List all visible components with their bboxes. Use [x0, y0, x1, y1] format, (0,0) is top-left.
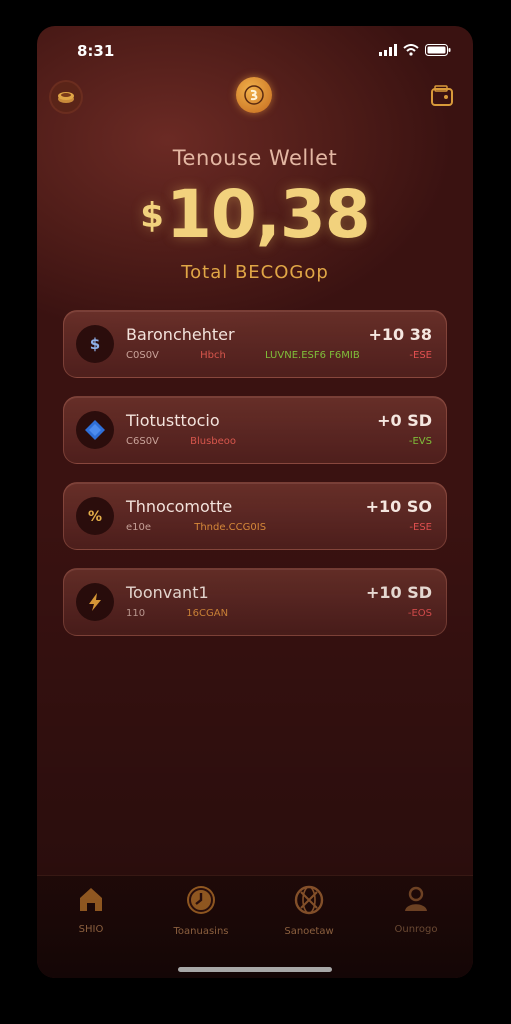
- phone-screen: 8:31 Tenouse Wellet $10,38 Total BECOGop…: [37, 26, 473, 978]
- tab-bar: SHIO Toanuasins Sanoetaw Ounrogo: [37, 875, 473, 978]
- clock-icon: [187, 886, 215, 914]
- asset-value: +10 SD: [365, 583, 432, 602]
- globe-icon: [294, 885, 324, 915]
- tab-label: Sanoetaw: [284, 926, 334, 937]
- asset-name: Tiotusttocio: [126, 411, 220, 430]
- asset-value: +10 SO: [365, 497, 432, 516]
- asset-name: Toonvant1: [126, 583, 209, 602]
- asset-meta-2: Blusbeoo: [190, 436, 237, 447]
- asset-meta-1: 110: [126, 608, 146, 619]
- asset-meta-1: C0S0V: [126, 350, 159, 361]
- svg-text:$: $: [90, 335, 100, 353]
- fraction-icon: %: [88, 509, 102, 525]
- home-icon: [80, 888, 102, 911]
- wifi-icon: [403, 44, 419, 56]
- asset-coin: [76, 583, 114, 621]
- status-time: 8:31: [77, 42, 115, 60]
- asset-card[interactable]: Toonvant1 110 16CGAN +10 SD -EOS: [63, 568, 447, 636]
- status-bar: 8:31: [77, 42, 451, 62]
- tab-explore[interactable]: Sanoetaw: [269, 884, 349, 937]
- asset-value: +10 38: [368, 325, 432, 344]
- tab-label: Ounrogo: [394, 924, 438, 935]
- asset-coin: $: [76, 325, 114, 363]
- asset-meta: 110 16CGAN: [126, 608, 228, 619]
- coin-menu-button[interactable]: [51, 82, 81, 112]
- svg-text:%: %: [88, 509, 102, 525]
- asset-change: -ESE: [409, 522, 432, 533]
- asset-card[interactable]: % Thnocomotte e10e Thnde.CCG0IS +10 SO -…: [63, 482, 447, 550]
- tab-profile[interactable]: Ounrogo: [376, 884, 456, 935]
- battery-icon: [425, 44, 451, 56]
- asset-meta-3: LUVNE.ESF6 F6MIB: [264, 350, 360, 361]
- asset-coin: [76, 411, 114, 449]
- coin-logo-icon: [244, 85, 264, 105]
- asset-name: Thnocomotte: [126, 497, 233, 516]
- asset-meta-2: Hbch: [200, 350, 226, 361]
- coin-stack-icon: [58, 92, 74, 103]
- signal-icon: [379, 44, 397, 56]
- diamond-icon: [85, 420, 105, 440]
- profile-icon: [405, 886, 427, 911]
- asset-card[interactable]: $ Baronchehter C0S0V Hbch LUVNE.ESF6 F6M…: [63, 310, 447, 378]
- tab-label: SHIO: [78, 924, 104, 935]
- asset-meta: C0S0V Hbch LUVNE.ESF6 F6MIB: [126, 350, 360, 361]
- asset-change: -EOS: [407, 608, 432, 619]
- asset-meta-1: e10e: [126, 522, 152, 533]
- home-indicator[interactable]: [178, 967, 332, 972]
- asset-meta-2: 16CGAN: [186, 608, 229, 619]
- total-balance: $10,38: [37, 176, 473, 253]
- asset-meta-1: C6S0V: [126, 436, 159, 447]
- asset-change: -ESE: [409, 350, 432, 361]
- asset-name: Baronchehter: [126, 325, 235, 344]
- lightning-icon: [89, 593, 101, 611]
- asset-card[interactable]: Tiotusttocio C6S0V Blusbeoo +0 SD -EVS: [63, 396, 447, 464]
- tab-transactions[interactable]: Toanuasins: [161, 884, 241, 937]
- asset-meta: C6S0V Blusbeoo: [126, 436, 236, 447]
- tab-label: Toanuasins: [173, 926, 229, 937]
- balance-amount: 10,38: [165, 176, 371, 253]
- asset-value: +0 SD: [377, 411, 432, 430]
- currency-symbol: $: [140, 196, 164, 236]
- wallet-button[interactable]: [429, 83, 455, 109]
- asset-coin: %: [76, 497, 114, 535]
- wallet-title: Tenouse Wellet: [172, 146, 338, 170]
- asset-meta: e10e Thnde.CCG0IS: [126, 522, 266, 533]
- tab-home[interactable]: SHIO: [51, 884, 131, 935]
- asset-list: $ Baronchehter C0S0V Hbch LUVNE.ESF6 F6M…: [63, 310, 447, 654]
- profile-coin-button[interactable]: [236, 77, 272, 113]
- dollar-icon: $: [90, 335, 100, 353]
- wallet-icon: [431, 85, 453, 106]
- balance-subtitle: Total BECOGop: [181, 262, 329, 283]
- asset-change: -EVS: [408, 436, 432, 447]
- asset-meta-2: Thnde.CCG0IS: [194, 522, 267, 533]
